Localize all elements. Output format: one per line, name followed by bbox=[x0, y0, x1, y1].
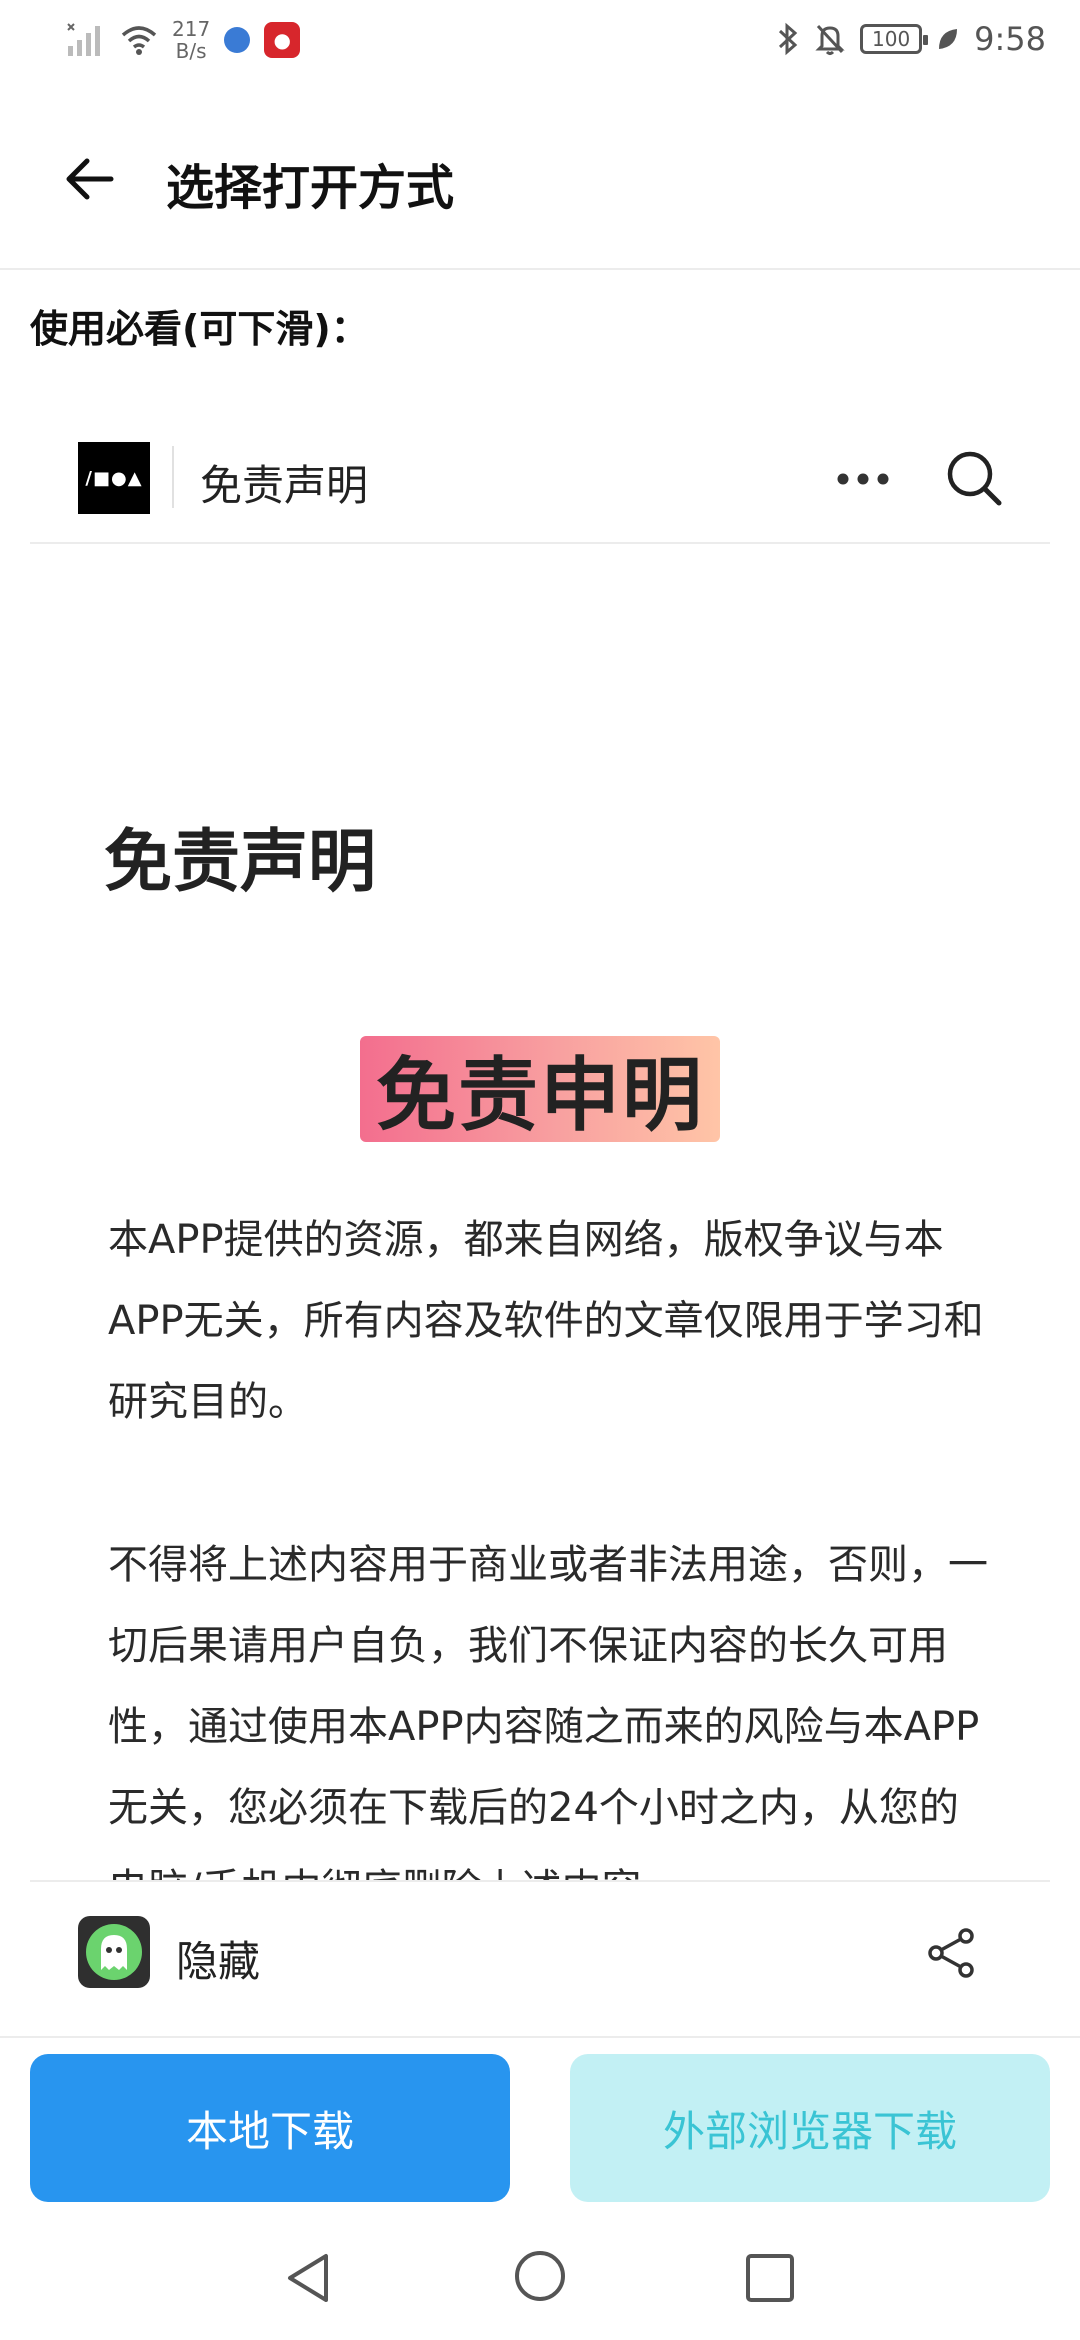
clock: 9:58 bbox=[974, 20, 1046, 58]
battery-level: 100 bbox=[872, 27, 911, 51]
logo-divider bbox=[172, 446, 174, 508]
banner-text: 免责申明 bbox=[376, 1049, 704, 1142]
disclaimer-banner: 免责申明 bbox=[360, 1036, 720, 1142]
browser-notification-icon bbox=[224, 27, 251, 53]
battery-indicator: 100 bbox=[860, 24, 929, 54]
bottom-divider bbox=[0, 2036, 1080, 2038]
share-icon bbox=[928, 1928, 974, 1978]
external-browser-download-button[interactable]: 外部浏览器下载 bbox=[570, 2054, 1050, 2202]
status-bar: 217 B/s ● 100 9:58 bbox=[0, 0, 1080, 92]
system-navigation-bar bbox=[0, 2218, 1080, 2340]
article-body[interactable]: 本APP提供的资源，都来自网络，版权争议与本APP无关，所有内容及软件的文章仅限… bbox=[108, 1200, 988, 1880]
app-bar: 选择打开方式 bbox=[0, 92, 1080, 270]
eco-leaf-icon bbox=[939, 29, 958, 49]
nav-home-icon[interactable] bbox=[512, 2248, 568, 2304]
page-title: 选择打开方式 bbox=[166, 160, 455, 216]
nav-back-icon[interactable] bbox=[282, 2250, 338, 2306]
arrow-left-icon bbox=[66, 158, 114, 200]
site-logo-text: /■●▲ bbox=[85, 467, 143, 489]
network-speed-value: 217 bbox=[172, 17, 211, 41]
hide-row: 隐藏 bbox=[30, 1880, 1050, 2032]
ghost-icon bbox=[86, 1924, 142, 1980]
article-header: /■●▲ 免责声明 bbox=[30, 402, 1050, 544]
notice-label: 使用必看(可下滑)： bbox=[30, 307, 369, 351]
article-paragraph: 不得将上述内容用于商业或者非法用途，否则，一切后果请用户自负，我们不保证内容的长… bbox=[108, 1542, 988, 1880]
local-download-button[interactable]: 本地下载 bbox=[30, 2054, 510, 2202]
search-button[interactable] bbox=[942, 446, 1006, 510]
app-notification-icon: ● bbox=[264, 22, 301, 58]
bluetooth-icon bbox=[779, 22, 798, 56]
share-button[interactable] bbox=[918, 1920, 984, 1986]
hide-app-icon[interactable] bbox=[78, 1916, 150, 1988]
more-button[interactable] bbox=[828, 454, 898, 504]
hide-label[interactable]: 隐藏 bbox=[176, 1928, 260, 1989]
article-heading: 免责声明 bbox=[104, 823, 377, 902]
more-dots-icon bbox=[837, 473, 889, 485]
status-left: 217 B/s ● bbox=[66, 18, 301, 62]
search-icon bbox=[947, 451, 1002, 506]
mute-bell-icon bbox=[815, 24, 845, 55]
article-site-title: 免责声明 bbox=[200, 461, 369, 510]
status-right: 100 9:58 bbox=[776, 20, 1046, 58]
site-logo: /■●▲ bbox=[78, 442, 150, 514]
nav-recent-apps-icon[interactable] bbox=[742, 2250, 798, 2306]
back-button[interactable] bbox=[54, 144, 124, 214]
network-speed: 217 B/s bbox=[172, 18, 210, 62]
article-paragraph: 本APP提供的资源，都来自网络，版权争议与本APP无关，所有内容及软件的文章仅限… bbox=[108, 1217, 984, 1425]
network-speed-unit: B/s bbox=[175, 39, 207, 63]
wifi-icon bbox=[121, 26, 157, 55]
signal-icon bbox=[67, 23, 100, 56]
